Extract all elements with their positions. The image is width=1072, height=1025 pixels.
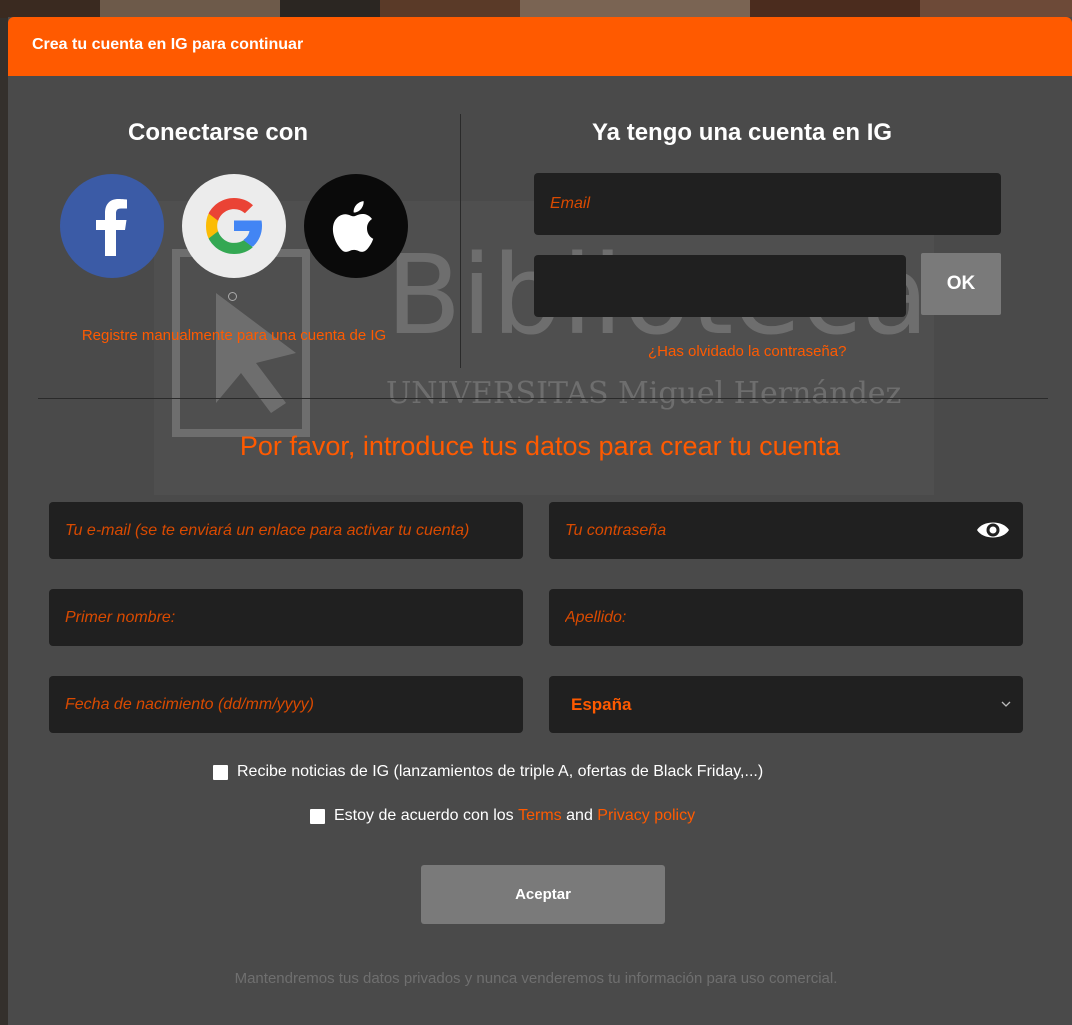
last-name-input[interactable] — [549, 589, 1023, 646]
modal-title: Crea tu cuenta en IG para continuar — [32, 36, 304, 53]
birth-date-input[interactable] — [49, 676, 523, 733]
privacy-policy-link[interactable]: Privacy policy — [597, 807, 695, 825]
privacy-note: Mantendremos tus datos privados y nunca … — [234, 970, 838, 987]
login-ok-button[interactable]: OK — [921, 253, 1001, 315]
accept-button[interactable]: Aceptar — [421, 865, 665, 924]
apple-login-button[interactable] — [304, 174, 408, 278]
column-divider — [460, 114, 461, 368]
login-heading: Ya tengo una cuenta en IG — [592, 119, 893, 146]
chevron-down-icon — [1001, 701, 1011, 707]
newsletter-checkbox[interactable] — [213, 764, 228, 780]
birth-date-field[interactable] — [49, 676, 523, 733]
google-icon — [206, 198, 262, 254]
apple-icon — [332, 201, 374, 252]
newsletter-label: Recibe noticias de IG (lanzamientos de t… — [237, 763, 764, 780]
first-name-field[interactable] — [49, 589, 523, 646]
register-heading: Por favor, introduce tus datos para crea… — [239, 431, 841, 461]
show-password-eye-icon[interactable] — [975, 517, 1011, 543]
newsletter-option: Recibe noticias de IG (lanzamientos de t… — [213, 763, 763, 781]
login-email-input[interactable] — [534, 173, 1001, 235]
terms-and-text: and — [566, 807, 593, 824]
carousel-dot — [228, 292, 237, 301]
terms-prefix-text: Estoy de acuerdo con los — [334, 807, 514, 824]
country-selected-value: España — [571, 695, 632, 714]
register-password-input[interactable] — [549, 502, 1023, 559]
first-name-input[interactable] — [49, 589, 523, 646]
svg-text:UNIVERSITAS Miguel Hernández: UNIVERSITAS Miguel Hernández — [386, 376, 901, 411]
last-name-field[interactable] — [549, 589, 1023, 646]
facebook-login-button[interactable] — [60, 174, 164, 278]
modal-header: Crea tu cuenta en IG para continuar — [8, 17, 1072, 76]
facebook-icon — [96, 199, 127, 256]
manual-register-link[interactable]: Registre manualmente para una cuenta de … — [48, 326, 420, 345]
terms-checkbox[interactable] — [310, 808, 325, 824]
register-email-field[interactable] — [49, 502, 523, 559]
social-login-heading: Conectarse con — [128, 119, 309, 146]
login-password-field[interactable] — [534, 255, 906, 317]
background-image-strip — [0, 0, 1072, 18]
forgot-password-link[interactable]: ¿Has olvidado la contraseña? — [648, 343, 846, 360]
terms-link[interactable]: Terms — [518, 807, 562, 825]
country-select[interactable]: España — [549, 676, 1023, 733]
login-password-input[interactable] — [534, 255, 906, 317]
register-email-input[interactable] — [49, 502, 523, 559]
signup-modal: Crea tu cuenta en IG para continuar Bibl… — [8, 17, 1072, 1025]
google-login-button[interactable] — [182, 174, 286, 278]
login-email-field[interactable] — [534, 173, 1001, 235]
section-divider — [38, 398, 1048, 399]
terms-option: Estoy de acuerdo con los Terms and Priva… — [310, 807, 695, 825]
register-password-field[interactable] — [549, 502, 1023, 559]
